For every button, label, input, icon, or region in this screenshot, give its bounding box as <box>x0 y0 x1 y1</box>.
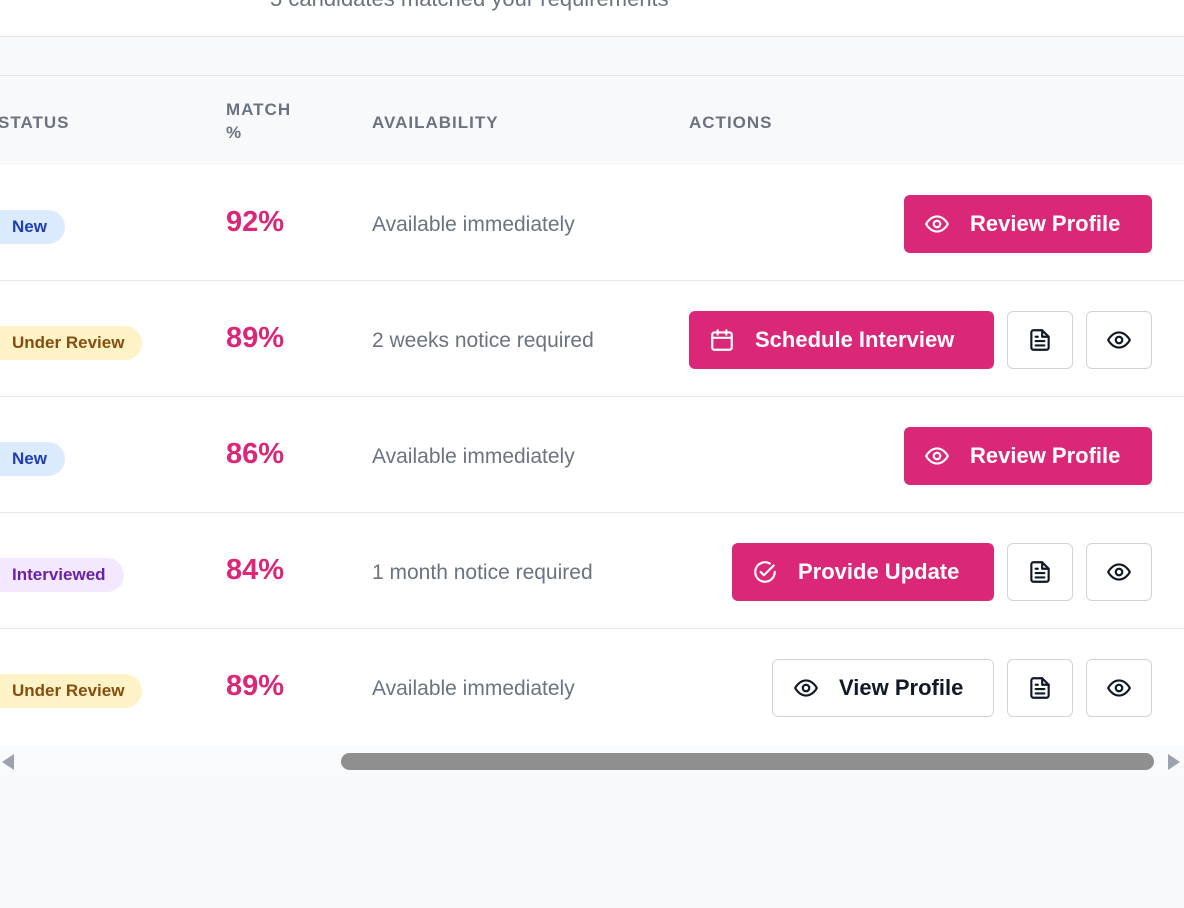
match-percent: 84% <box>226 554 285 586</box>
candidates-table: STATUS MATCH % AVAILABILITY ACTIONS New … <box>0 75 1184 776</box>
document-icon <box>1027 559 1053 585</box>
preview-button[interactable] <box>1086 311 1152 369</box>
table-row: Under Review 89% 2 weeks notice required… <box>0 281 1184 397</box>
eye-icon <box>1106 327 1132 353</box>
match-percent: 86% <box>226 438 285 470</box>
scroll-right-arrow-icon[interactable] <box>1168 754 1180 770</box>
eye-icon <box>1106 675 1132 701</box>
column-header-availability: AVAILABILITY <box>372 113 499 132</box>
column-header-actions: ACTIONS <box>689 113 773 132</box>
availability-text: Available immediately <box>372 213 575 236</box>
view-resume-button[interactable] <box>1007 311 1073 369</box>
provide-update-button[interactable]: Provide Update <box>732 543 994 601</box>
view-profile-button[interactable]: View Profile <box>772 659 994 717</box>
review-profile-label: Review Profile <box>970 211 1121 236</box>
table-row: Interviewed 84% 1 month notice required … <box>0 513 1184 629</box>
view-resume-button[interactable] <box>1007 543 1073 601</box>
table-row: New 92% Available immediately Review Pro… <box>0 165 1184 281</box>
view-profile-label: View Profile <box>839 675 964 700</box>
schedule-interview-button[interactable]: Schedule Interview <box>689 311 994 369</box>
table-header: STATUS MATCH % AVAILABILITY ACTIONS <box>0 76 1184 165</box>
calendar-icon <box>709 327 735 353</box>
match-percent: 89% <box>226 322 285 354</box>
status-badge: Under Review <box>0 326 143 360</box>
status-badge: Interviewed <box>0 558 124 592</box>
document-icon <box>1027 675 1053 701</box>
availability-text: 2 weeks notice required <box>372 329 594 352</box>
eye-icon <box>924 443 950 469</box>
review-profile-button[interactable]: Review Profile <box>904 195 1152 253</box>
table-row: New 86% Available immediately Review Pro… <box>0 397 1184 513</box>
check-circle-icon <box>752 559 778 585</box>
status-badge: New <box>0 442 65 476</box>
status-badge: New <box>0 210 65 244</box>
scroll-left-arrow-icon[interactable] <box>2 754 14 770</box>
match-percent: 89% <box>226 670 285 702</box>
availability-text: 1 month notice required <box>372 561 593 584</box>
provide-update-label: Provide Update <box>798 559 960 584</box>
review-profile-label: Review Profile <box>970 443 1121 468</box>
document-icon <box>1027 327 1053 353</box>
eye-icon <box>924 211 950 237</box>
availability-text: Available immediately <box>372 445 575 468</box>
preview-button[interactable] <box>1086 659 1152 717</box>
top-header-band: 5 candidates matched your requirements <box>0 0 1184 37</box>
table-row: Under Review 89% Available immediately V… <box>0 629 1184 745</box>
results-subtitle: 5 candidates matched your requirements <box>270 0 669 12</box>
column-header-match: MATCH % <box>226 100 292 142</box>
review-profile-button[interactable]: Review Profile <box>904 427 1152 485</box>
eye-icon <box>1106 559 1132 585</box>
match-percent: 92% <box>226 206 285 238</box>
scrollbar-thumb[interactable] <box>341 753 1154 770</box>
horizontal-scrollbar[interactable] <box>0 746 1184 776</box>
column-header-status: STATUS <box>0 113 70 132</box>
view-resume-button[interactable] <box>1007 659 1073 717</box>
status-badge: Under Review <box>0 674 143 708</box>
schedule-interview-label: Schedule Interview <box>755 327 955 352</box>
preview-button[interactable] <box>1086 543 1152 601</box>
availability-text: Available immediately <box>372 677 575 700</box>
eye-icon <box>793 675 819 701</box>
